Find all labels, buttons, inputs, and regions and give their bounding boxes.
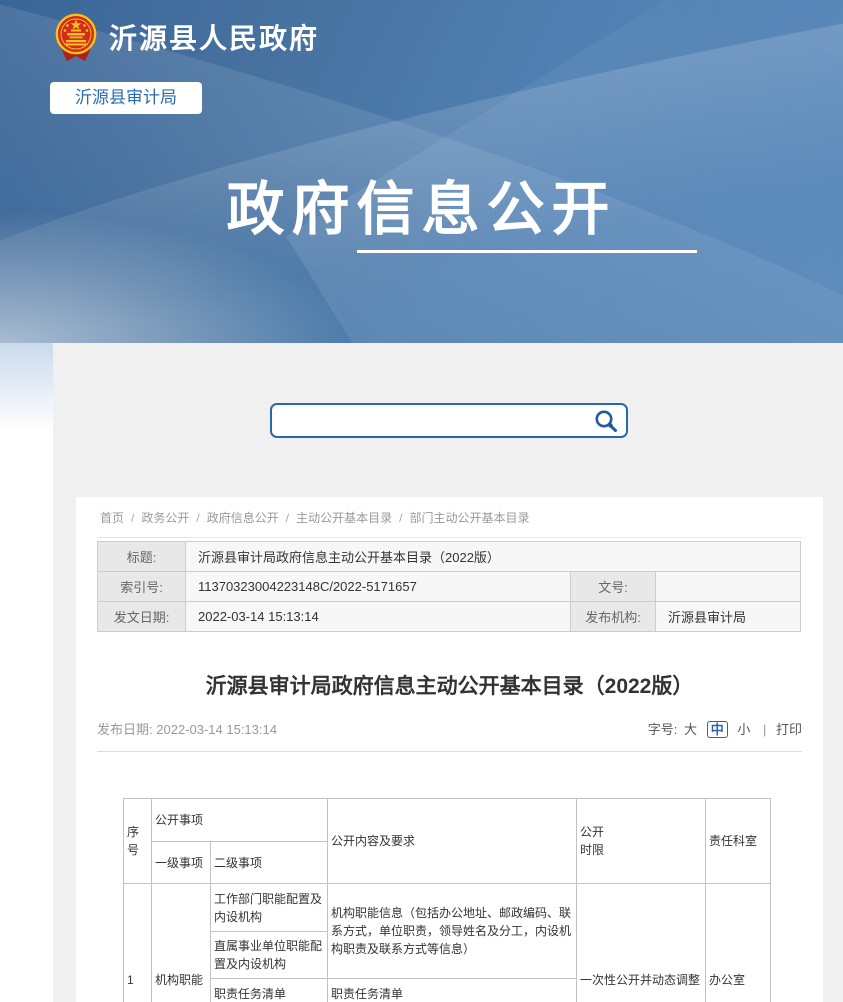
breadcrumb-item-zhengwu[interactable]: 政务公开 <box>141 511 189 525</box>
article-meta-bar: 发布日期: 2022-03-14 15:13:14 字号: 大 中 小 | 打印 <box>97 721 802 739</box>
banner-fade <box>0 343 53 453</box>
breadcrumb-separator: / <box>286 511 289 525</box>
header-seq: 序号 <box>124 799 152 884</box>
article-title: 沂源县审计局政府信息主动公开基本目录（2022版） <box>76 673 823 701</box>
breadcrumb-item-home[interactable]: 首页 <box>100 511 124 525</box>
cell-dept: 办公室 <box>706 884 771 1002</box>
meta-date-value: 2022-03-14 15:13:14 <box>186 602 571 632</box>
breadcrumb-separator: / <box>131 511 134 525</box>
search-input[interactable] <box>282 407 582 434</box>
search-button[interactable] <box>592 408 620 434</box>
cell-seq: 1 <box>124 884 152 1002</box>
table-header-row-1: 序号 公开事项 公开内容及要求 公开 时限 责任科室 <box>124 799 771 842</box>
meta-title-value: 沂源县审计局政府信息主动公开基本目录（2022版） <box>186 542 801 572</box>
breadcrumb-divider <box>97 537 802 538</box>
table-row: 1 机构职能 工作部门职能配置及内设机构 机构职能信息（包括办公地址、邮政编码、… <box>124 884 771 932</box>
breadcrumb-separator: / <box>399 511 402 525</box>
header-dept: 责任科室 <box>706 799 771 884</box>
search-icon <box>592 408 620 434</box>
fontsize-small-button[interactable]: 小 <box>737 722 750 737</box>
breadcrumb-item-xinxigongkai[interactable]: 政府信息公开 <box>207 511 279 525</box>
national-emblem-icon <box>53 12 99 62</box>
cell-level2: 直属事业单位职能配置及内设机构 <box>211 932 328 979</box>
breadcrumb-item-zhudong-mulu[interactable]: 主动公开基本目录 <box>296 511 392 525</box>
site-header: 沂源县人民政府 <box>53 12 319 62</box>
controls-separator: | <box>763 722 766 737</box>
breadcrumb-item-current: 部门主动公开基本目录 <box>409 511 529 525</box>
cell-level2: 职责任务清单 <box>211 979 328 1002</box>
cell-level1: 机构职能 <box>152 884 211 1002</box>
meta-date-label: 发文日期: <box>98 602 186 632</box>
fontsize-large-button[interactable]: 大 <box>684 722 697 737</box>
fontsize-controls: 字号: 大 中 小 | 打印 <box>648 721 802 739</box>
cell-level2: 工作部门职能配置及内设机构 <box>211 884 328 932</box>
article-card: 首页 / 政务公开 / 政府信息公开 / 主动公开基本目录 / 部门主动公开基本目录 标题: 沂… <box>76 497 823 1002</box>
meta-index-value: 11370323004223148C/2022-5171657 <box>186 572 571 602</box>
meta-row-title: 标题: 沂源县审计局政府信息主动公开基本目录（2022版） <box>98 542 801 572</box>
meta-table: 标题: 沂源县审计局政府信息主动公开基本目录（2022版） 索引号: 11370… <box>97 541 801 632</box>
meta-org-label: 发布机构: <box>571 602 656 632</box>
publish-date: 发布日期: 2022-03-14 15:13:14 <box>97 721 277 739</box>
meta-docno-label: 文号: <box>571 572 656 602</box>
meta-docno-value <box>656 572 801 602</box>
meta-org-value: 沂源县审计局 <box>656 602 801 632</box>
meta-row-index: 索引号: 11370323004223148C/2022-5171657 文号: <box>98 572 801 602</box>
site-title: 沂源县人民政府 <box>109 17 319 57</box>
cell-content: 机构职能信息（包括办公地址、邮政编码、联系方式，单位职责，领导姓名及分工，内设机… <box>328 884 577 979</box>
publish-date-value: 2022-03-14 15:13:14 <box>156 722 277 737</box>
cell-time-limit: 一次性公开并动态调整 <box>577 884 706 1002</box>
breadcrumb-separator: / <box>196 511 199 525</box>
article-divider <box>97 751 802 752</box>
header-level1: 一级事项 <box>152 842 211 884</box>
breadcrumb: 首页 / 政务公开 / 政府信息公开 / 主动公开基本目录 / 部门主动公开基本目录 <box>76 497 823 527</box>
content-panel: 首页 / 政务公开 / 政府信息公开 / 主动公开基本目录 / 部门主动公开基本目录 标题: 沂… <box>53 343 843 1002</box>
search-box <box>270 403 628 438</box>
header-level2: 二级事项 <box>211 842 328 884</box>
fontsize-medium-button[interactable]: 中 <box>707 721 728 738</box>
cell-content: 职责任务清单 <box>328 979 577 1002</box>
print-button[interactable]: 打印 <box>776 722 802 737</box>
meta-index-label: 索引号: <box>98 572 186 602</box>
header-time-limit: 公开 时限 <box>577 799 706 884</box>
hero-title: 政府信息公开 <box>0 162 843 246</box>
fontsize-label: 字号: <box>648 722 678 737</box>
header-content: 公开内容及要求 <box>328 799 577 884</box>
disclosure-table: 序号 公开事项 公开内容及要求 公开 时限 责任科室 一级事项 二级事项 1 机… <box>123 798 771 1002</box>
meta-title-label: 标题: <box>98 542 186 572</box>
header-matters: 公开事项 <box>152 799 328 842</box>
department-badge[interactable]: 沂源县审计局 <box>50 82 202 114</box>
hero-underline <box>357 250 697 253</box>
top-banner: 沂源县人民政府 沂源县审计局 政府信息公开 <box>0 0 843 343</box>
meta-row-date: 发文日期: 2022-03-14 15:13:14 发布机构: 沂源县审计局 <box>98 602 801 632</box>
publish-date-label: 发布日期: <box>97 722 153 737</box>
